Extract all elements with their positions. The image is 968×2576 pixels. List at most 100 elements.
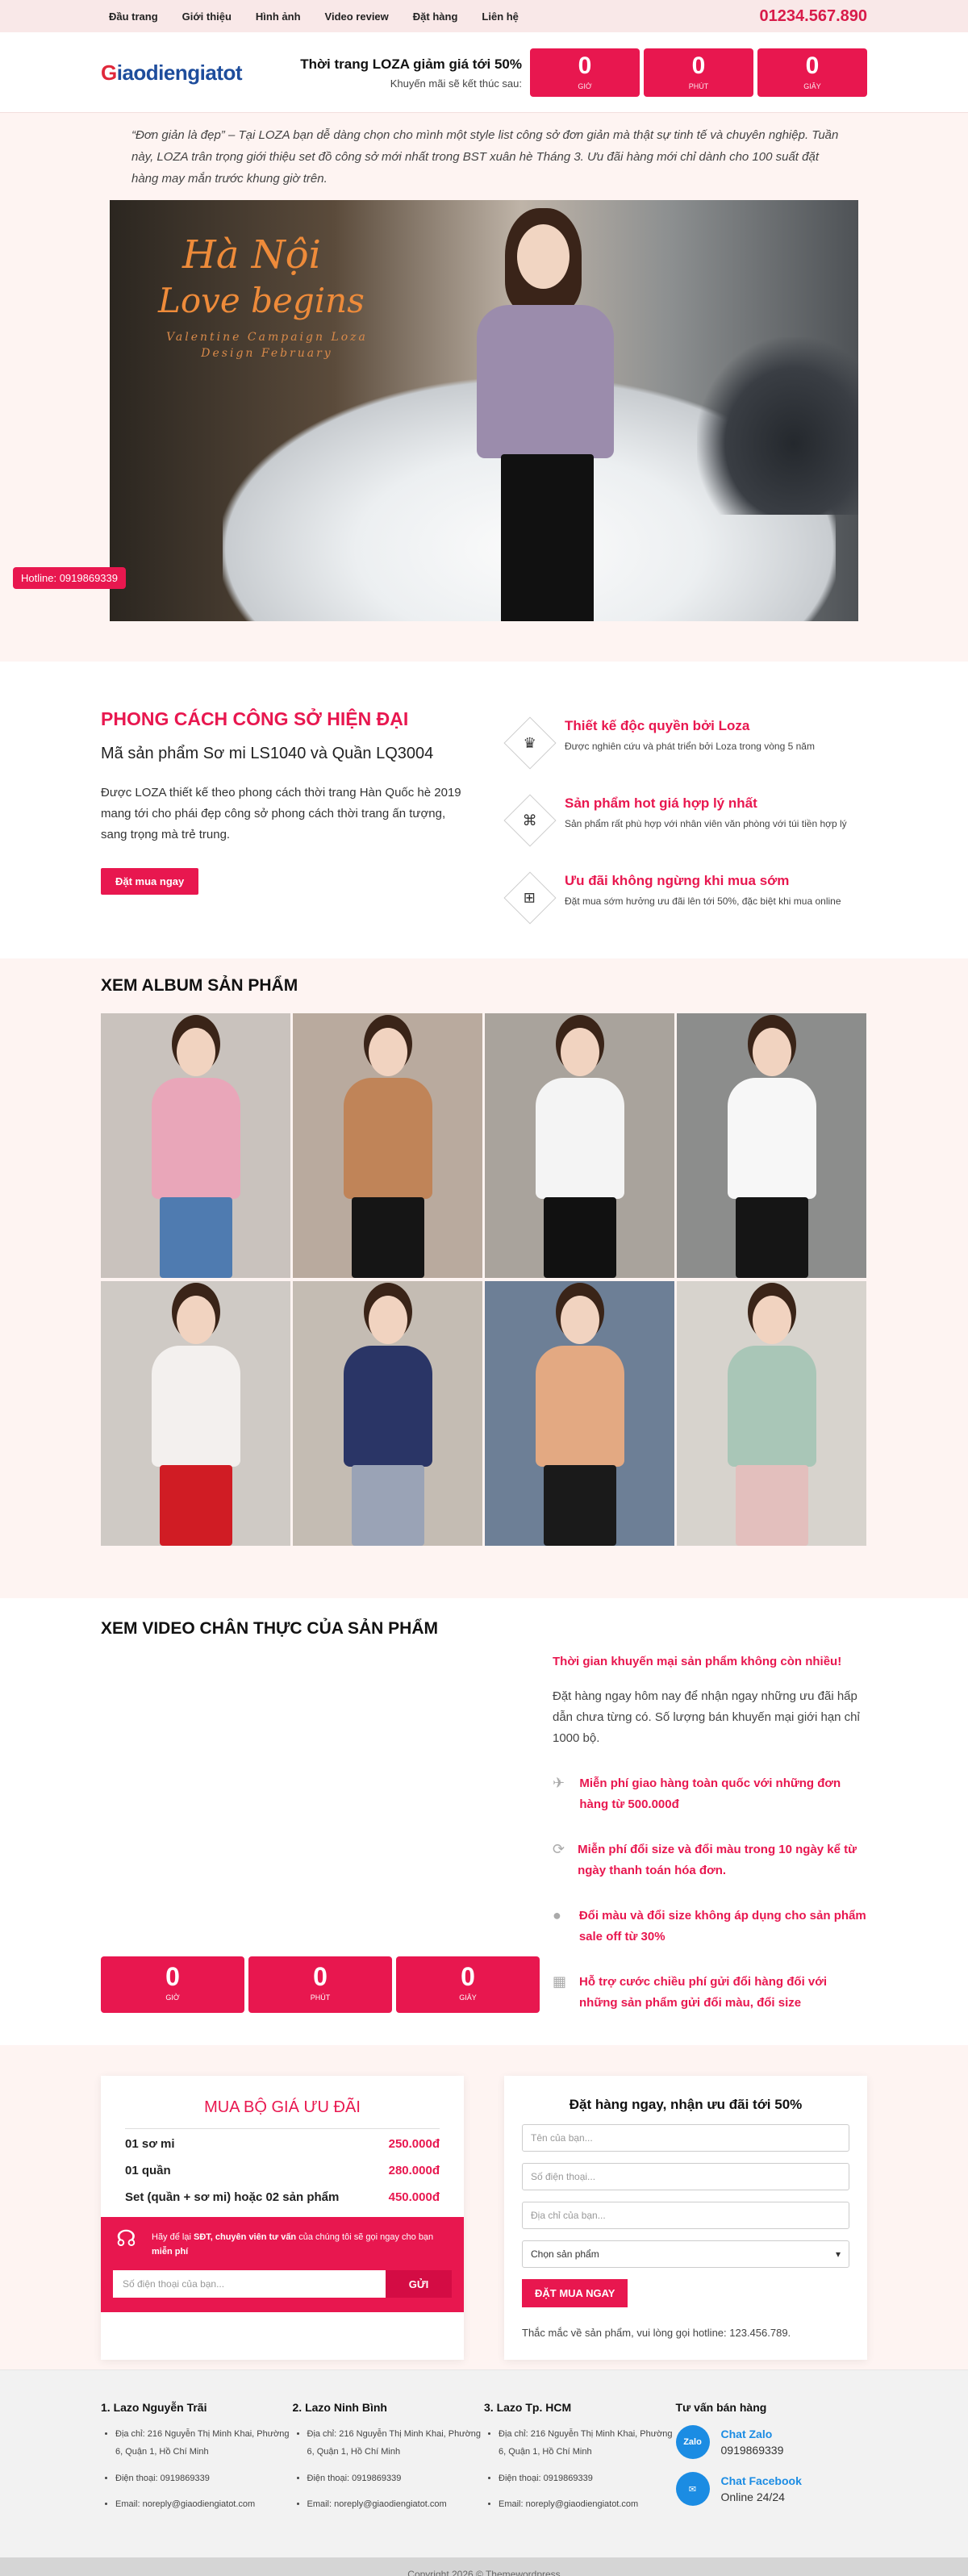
store-column: 1. Lazo Nguyễn Trãi Địa chỉ: 216 Nguyễn … [101, 2401, 293, 2522]
feature-title: Thiết kế độc quyền bởi Loza [564, 718, 750, 733]
store-title: 2. Lazo Ninh Bình [292, 2401, 387, 2414]
store-phone: Điện thoại: 0919869339 [115, 2470, 293, 2486]
model-face [517, 224, 570, 289]
product-select[interactable]: Chọn sản phẩm ▾ [522, 2240, 849, 2268]
store-phone: Điện thoại: 0919869339 [499, 2470, 676, 2486]
feature-desc: Được nghiên cứu và phát triển bởi Loza t… [564, 741, 815, 752]
feature-title: Sản phẩm hot giá hợp lý nhất [564, 795, 757, 811]
store-column: 3. Lazo Tp. HCM Địa chỉ: 216 Nguyễn Thị … [484, 2401, 676, 2522]
countdown-label: GIÂY [459, 1994, 477, 2002]
album-photo[interactable] [677, 1013, 866, 1278]
order-section: MUA BỘ GIÁ ƯU ĐÃI 01 sơ mi 250.000đ 01 qu… [0, 2045, 968, 2369]
features-section: PHONG CÁCH CÔNG SỞ HIỆN ĐẠI Mã sản phẩm … [0, 662, 968, 958]
support-title: Tư vấn bán hàng [675, 2401, 767, 2414]
crown-icon: ♛ [503, 716, 557, 770]
price-value: 250.000đ [388, 2137, 440, 2151]
zalo-icon: Zalo [675, 2425, 710, 2459]
benefit-item: ▦ Hỗ trợ cước chiều phí gửi đổi hàng đối … [553, 1972, 867, 2014]
photo-model-bottom [159, 1465, 232, 1546]
headphones-icon: ☊ [116, 2226, 136, 2251]
album-photo[interactable] [677, 1281, 866, 1546]
price-value: 450.000đ [388, 2190, 440, 2204]
top-phone[interactable]: 01234.567.890 [760, 7, 867, 26]
nav-item-top[interactable]: Đầu trang [109, 10, 158, 23]
photo-model-top [151, 1346, 240, 1467]
model-pants [501, 454, 594, 621]
album-photo[interactable] [101, 1281, 290, 1546]
countdown-value: 0 [691, 52, 706, 79]
note-bold: SĐT, chuyên viên tư vấn [193, 2232, 297, 2242]
photo-model-head [176, 1296, 215, 1344]
video-info: Thời gian khuyến mại sản phẩm không còn … [553, 1619, 867, 2014]
zalo-label: Chat Zalo [720, 2428, 773, 2440]
buy-now-button[interactable]: Đặt mua ngay [101, 868, 199, 895]
store-address: Địa chỉ: 216 Nguyễn Thị Minh Khai, Phườn… [307, 2425, 485, 2461]
video-paragraph: Đặt hàng ngay hôm nay để nhận ngay những… [553, 1689, 860, 1745]
benefit-text: Miễn phí đổi size và đổi màu trong 10 ng… [578, 1843, 857, 1877]
callback-phone-input[interactable]: Số điện thoại của bạn... [113, 2270, 386, 2298]
countdown-value: 0 [313, 1962, 328, 1991]
banner-sub2: Design February [201, 347, 333, 360]
hotline-badge[interactable]: Hotline: 0919869339 [13, 567, 126, 589]
photo-model-bottom [351, 1197, 424, 1278]
promo-subtitle: Khuyến mãi sẽ kết thúc sau: [390, 77, 522, 90]
photo-model-bottom [735, 1197, 808, 1278]
album-photo[interactable] [485, 1281, 674, 1546]
price-name: 01 quần [125, 2164, 171, 2177]
benefit-item: ⟳ Miễn phí đổi size và đổi màu trong 10 n… [553, 1839, 867, 1881]
top-nav: Đầu trang Giới thiệu Hình ảnh Video revi… [101, 10, 519, 23]
phone-input[interactable]: Số điện thoại... [522, 2163, 849, 2190]
facebook-value: Online 24/24 [720, 2490, 785, 2503]
order-now-button[interactable]: ĐẶT MUA NGAY [522, 2279, 628, 2307]
countdown-value: 0 [805, 52, 820, 79]
promo: Thời trang LOZA giảm giá tới 50% Khuyến … [300, 56, 522, 90]
photo-model-top [151, 1078, 240, 1199]
store-email: Email: noreply@giaodiengiatot.com [499, 2496, 676, 2512]
nav-item-about[interactable]: Giới thiệu [182, 10, 232, 23]
price-box: MUA BỘ GIÁ ƯU ĐÃI 01 sơ mi 250.000đ 01 qu… [101, 2076, 464, 2360]
countdown-seconds: 0 GIÂY [396, 1956, 540, 2013]
name-input[interactable]: Tên của bạn... [522, 2124, 849, 2152]
feature-desc: Sản phẩm rất phù hợp với nhân viên văn p… [564, 818, 847, 829]
copyright: Copyright 2026 © Themewordpress [0, 2557, 968, 2576]
nav-item-order[interactable]: Đặt hàng [413, 10, 458, 23]
video-title: XEM VIDEO CHÂN THỰC CỦA SẢN PHẨM [101, 1619, 438, 1638]
feature-item: ⊞ Ưu đãi không ngừng khi mua sớm Đặt mua … [503, 871, 867, 925]
countdown-hours: 0 GIỜ [530, 48, 640, 97]
album-photo[interactable] [485, 1013, 674, 1278]
price-row: 01 sơ mi 250.000đ [125, 2129, 440, 2156]
feature-desc: Đặt mua sớm hưởng ưu đãi lên tới 50%, đặ… [564, 896, 841, 907]
features-intro: PHONG CÁCH CÔNG SỞ HIỆN ĐẠI Mã sản phẩm … [101, 708, 471, 950]
nav-item-contact[interactable]: Liên hệ [482, 10, 519, 23]
album-photo[interactable] [293, 1013, 482, 1278]
photo-model-head [752, 1296, 791, 1344]
album-photo[interactable] [293, 1281, 482, 1546]
store-email: Email: noreply@giaodiengiatot.com [307, 2496, 485, 2512]
store-phone: Điện thoại: 0919869339 [307, 2470, 485, 2486]
nav-item-images[interactable]: Hình ảnh [256, 10, 301, 23]
send-button[interactable]: GỬI [386, 2270, 452, 2298]
store-title: 3. Lazo Tp. HCM [484, 2401, 572, 2414]
support-column: Tư vấn bán hàng Zalo Chat Zalo 0919869339… [675, 2401, 868, 2522]
countdown-label: GIỜ [578, 82, 592, 90]
footer: 1. Lazo Nguyễn Trãi Địa chỉ: 216 Nguyễn … [0, 2369, 968, 2557]
benefit-text: Hỗ trợ cước chiều phí gửi đổi hàng đối v… [579, 1975, 828, 2010]
video-headline: Thời gian khuyến mại sản phẩm không còn … [553, 1655, 842, 1668]
address-input[interactable]: Địa chỉ của bạn... [522, 2202, 849, 2229]
banner-sub1: Valentine Campaign Loza [166, 331, 368, 344]
photo-model-head [560, 1296, 599, 1344]
top-bar: Đầu trang Giới thiệu Hình ảnh Video revi… [0, 0, 968, 32]
header-countdown: 0 GIỜ 0 PHÚT 0 GIÂY [530, 48, 867, 97]
benefit-item: ✈ Miễn phí giao hàng toàn quốc với những … [553, 1773, 867, 1815]
benefit-item: ● Đổi màu và đổi size không áp dụng cho s… [553, 1906, 867, 1948]
hero-section: “Đơn giản là đẹp” – Tại LOZA bạn dễ dàng… [0, 113, 968, 662]
nav-item-video[interactable]: Video review [325, 10, 389, 23]
album-photo[interactable] [101, 1013, 290, 1278]
chevron-down-icon: ▾ [835, 2248, 841, 2260]
note-bold: miễn phí [152, 2247, 189, 2257]
photo-model-head [176, 1028, 215, 1076]
photo-model-head [560, 1028, 599, 1076]
facebook-contact[interactable]: ✉ Chat Facebook Online 24/24 [675, 2472, 868, 2506]
logo[interactable]: Giaodiengiatot [101, 61, 243, 86]
zalo-contact[interactable]: Zalo Chat Zalo 0919869339 [675, 2425, 868, 2459]
